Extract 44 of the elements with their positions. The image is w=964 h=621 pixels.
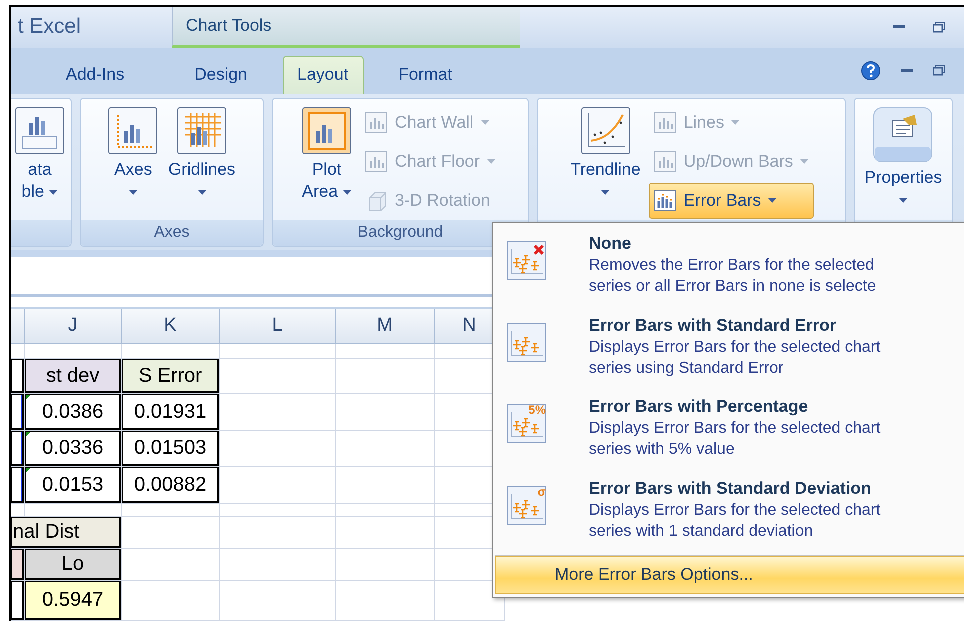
ribbon-button[interactable]: ata ble bbox=[13, 104, 67, 220]
menu-item-title[interactable]: Error Bars with Percentage bbox=[589, 396, 881, 418]
table-cell: nal Dist bbox=[11, 517, 122, 549]
menu-item-title[interactable]: None bbox=[589, 233, 876, 255]
menu-item-description: series with 5% value bbox=[589, 440, 736, 460]
ribbon-button[interactable]: Axes bbox=[106, 104, 160, 220]
table-cell: S Error bbox=[122, 359, 220, 394]
table-cell: 0.5947 bbox=[25, 581, 122, 621]
column-header[interactable]: L bbox=[220, 309, 336, 344]
table-cell: 0.01931 bbox=[122, 394, 220, 431]
menu-item-description: Removes the Error Bars for the selected bbox=[589, 256, 876, 276]
ribbon-button[interactable]: Error Bars bbox=[648, 182, 814, 219]
menu-item-title[interactable]: Error Bars with Standard Deviation bbox=[589, 478, 881, 500]
table-cell: st dev bbox=[25, 359, 122, 394]
context-tab-group: Chart Tools bbox=[172, 7, 520, 48]
ribbon-button[interactable]: Gridlines bbox=[166, 104, 238, 220]
ribbon-button[interactable]: Properties bbox=[862, 104, 944, 220]
menu-item-description: Displays Error Bars for the selected chart bbox=[589, 500, 881, 521]
menu-item-description: Displays Error Bars for the selected chart bbox=[589, 419, 881, 440]
column-header[interactable]: J bbox=[25, 309, 122, 344]
table-cell: 0.0336 bbox=[25, 431, 122, 467]
ribbon-button[interactable]: Plot Area bbox=[300, 104, 354, 220]
column-header[interactable]: K bbox=[122, 309, 220, 344]
table-cell: Lo bbox=[25, 549, 122, 581]
ribbon-tab[interactable]: Layout bbox=[282, 56, 364, 94]
ribbon-tab[interactable]: Add-Ins bbox=[51, 56, 140, 94]
table-cell: 0.0153 bbox=[25, 467, 122, 504]
table-cell: 0.00882 bbox=[122, 467, 220, 504]
icon-label: 5% bbox=[528, 403, 546, 418]
ribbon-tab[interactable]: Design bbox=[180, 56, 263, 94]
ribbon-button[interactable]: Trendline bbox=[568, 104, 643, 220]
menu-item-description: Displays Error Bars for the selected chart bbox=[589, 338, 881, 358]
menu-item-description: series with 1 standard deviation bbox=[589, 522, 814, 542]
menu-item-description: series or all Error Bars in none is selecte bbox=[589, 277, 876, 297]
menu-item-title[interactable]: Error Bars with Standard Error bbox=[589, 314, 881, 337]
column-header[interactable]: M bbox=[336, 309, 435, 344]
icon-label: σ bbox=[538, 484, 546, 499]
ribbon-tab[interactable]: Format bbox=[384, 56, 468, 94]
menu-item-description: series using Standard Error bbox=[589, 358, 785, 379]
group-label: Axes bbox=[81, 220, 263, 246]
window-title: t Excel bbox=[17, 14, 82, 40]
menu-item[interactable]: More Error Bars Options... bbox=[495, 556, 964, 594]
table-cell: 0.01503 bbox=[122, 431, 220, 467]
table-cell: 0.0386 bbox=[25, 394, 122, 431]
